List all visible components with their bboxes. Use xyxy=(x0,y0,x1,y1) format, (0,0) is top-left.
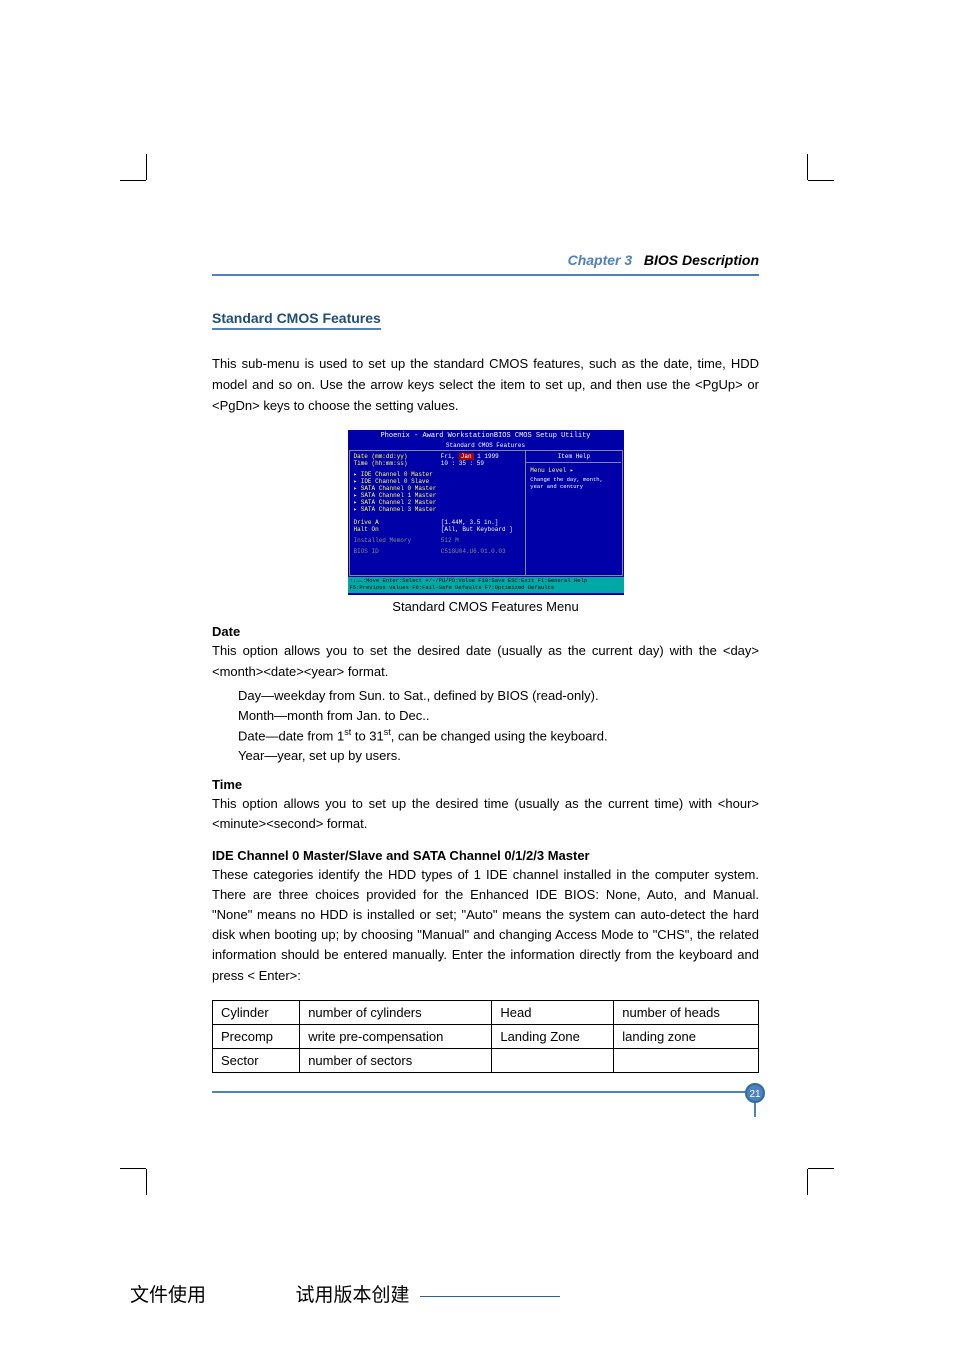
chapter-title: BIOS Description xyxy=(644,252,759,268)
bios-right-panel: Item Help Menu Level ▸ Change the day, m… xyxy=(526,451,621,575)
bios-drivea-label: Drive A xyxy=(354,519,441,526)
bios-mem-value: 512 M xyxy=(441,537,459,544)
bios-item: ▸ IDE Channel 0 Master xyxy=(354,471,441,478)
date-heading: Date xyxy=(212,624,759,639)
table-cell: number of sectors xyxy=(300,1048,492,1072)
date-text: This option allows you to set the desire… xyxy=(212,641,759,681)
bios-biosid-value: C51GU04.U6.01.0.03 xyxy=(441,548,506,555)
header-rule xyxy=(212,274,759,276)
bios-item: ▸ SATA Channel 0 Master xyxy=(354,485,441,492)
figure-caption: Standard CMOS Features Menu xyxy=(212,599,759,614)
table-cell: Sector xyxy=(213,1048,300,1072)
bios-subtitle: Standard CMOS Features xyxy=(348,442,624,449)
watermark: 文件使用 试用版本创建 xyxy=(130,1280,560,1307)
table-cell: Landing Zone xyxy=(492,1024,614,1048)
crop-mark xyxy=(146,1169,147,1195)
crop-mark xyxy=(807,154,808,180)
date-list-item: Day—weekday from Sun. to Sat., defined b… xyxy=(238,686,759,706)
ide-heading: IDE Channel 0 Master/Slave and SATA Chan… xyxy=(212,848,759,863)
crop-mark xyxy=(808,180,834,181)
chapter-header: Chapter 3 BIOS Description xyxy=(212,252,759,272)
badge-stem xyxy=(754,1103,756,1117)
table-cell: write pre-compensation xyxy=(300,1024,492,1048)
table-cell: number of heads xyxy=(614,1000,759,1024)
table-cell: number of cylinders xyxy=(300,1000,492,1024)
footer-rule xyxy=(212,1091,759,1093)
bios-drivea-value: [1.44M, 3.5 in.] xyxy=(441,519,499,526)
table-row: Precomp write pre-compensation Landing Z… xyxy=(213,1024,759,1048)
bios-footer: ↑↓→←:Move Enter:Select +/-/PU/PD:Value F… xyxy=(348,577,624,592)
bios-item: ▸ IDE Channel 0 Slave xyxy=(354,478,441,485)
bios-help-header: Item Help xyxy=(530,453,617,460)
bios-halt-label: Halt On xyxy=(354,526,441,533)
crop-mark xyxy=(120,1168,146,1169)
bios-time-value: 10 : 35 : 59 xyxy=(441,460,484,467)
bios-item: ▸ SATA Channel 1 Master xyxy=(354,492,441,499)
date-list-item: Date—date from 1st to 31st, can be chang… xyxy=(238,726,759,746)
crop-mark xyxy=(120,180,146,181)
bios-screenshot: Phoenix - Award WorkstationBIOS CMOS Set… xyxy=(348,430,624,595)
bios-item: ▸ SATA Channel 2 Master xyxy=(354,499,441,506)
bios-footer-line2: F5:Previous Values F6:Fail-Safe Defaults… xyxy=(350,585,622,592)
watermark-left: 文件使用 xyxy=(130,1285,206,1306)
date-list: Day—weekday from Sun. to Sat., defined b… xyxy=(238,686,759,767)
crop-mark xyxy=(808,1168,834,1169)
bios-date-label: Date (mm:dd:yy) xyxy=(354,453,441,460)
page-number: 21 xyxy=(745,1083,765,1103)
hdd-table: Cylinder number of cylinders Head number… xyxy=(212,1000,759,1073)
table-cell xyxy=(614,1048,759,1072)
date-list-item: Month—month from Jan. to Dec.. xyxy=(238,706,759,726)
watermark-right: 试用版本创建 xyxy=(296,1285,410,1306)
watermark-line xyxy=(420,1296,560,1297)
ide-text: These categories identify the HDD types … xyxy=(212,865,759,986)
table-row: Sector number of sectors xyxy=(213,1048,759,1072)
crop-mark xyxy=(807,1169,808,1195)
page-number-badge: 21 xyxy=(745,1083,765,1117)
bios-time-label: Time (hh:mm:ss) xyxy=(354,460,441,467)
bios-date-value: Fri, Jan 1 1999 xyxy=(441,453,499,460)
table-cell: landing zone xyxy=(614,1024,759,1048)
section-title: Standard CMOS Features xyxy=(212,310,381,330)
bios-item: ▸ SATA Channel 3 Master xyxy=(354,506,441,513)
bios-menu-level: Menu Level ▸ xyxy=(530,467,617,474)
time-heading: Time xyxy=(212,777,759,792)
bios-left-panel: Date (mm:dd:yy)Fri, Jan 1 1999 Time (hh:… xyxy=(350,451,527,575)
table-cell xyxy=(492,1048,614,1072)
bios-help-text: Change the day, month, year and century xyxy=(530,476,617,490)
bios-mem-label: Installed Memory xyxy=(354,537,441,544)
table-cell: Cylinder xyxy=(213,1000,300,1024)
page-content: Chapter 3 BIOS Description Standard CMOS… xyxy=(212,252,759,1093)
bios-halt-value: [All, But Keyboard ] xyxy=(441,526,513,533)
chapter-number: Chapter 3 xyxy=(568,252,633,268)
time-text: This option allows you to set up the des… xyxy=(212,794,759,834)
table-row: Cylinder number of cylinders Head number… xyxy=(213,1000,759,1024)
bios-title: Phoenix - Award WorkstationBIOS CMOS Set… xyxy=(348,430,624,442)
intro-paragraph: This sub-menu is used to set up the stan… xyxy=(212,354,759,416)
table-cell: Head xyxy=(492,1000,614,1024)
table-cell: Precomp xyxy=(213,1024,300,1048)
bios-biosid-label: BIOS ID xyxy=(354,548,441,555)
date-list-item: Year—year, set up by users. xyxy=(238,746,759,766)
crop-mark xyxy=(146,154,147,180)
